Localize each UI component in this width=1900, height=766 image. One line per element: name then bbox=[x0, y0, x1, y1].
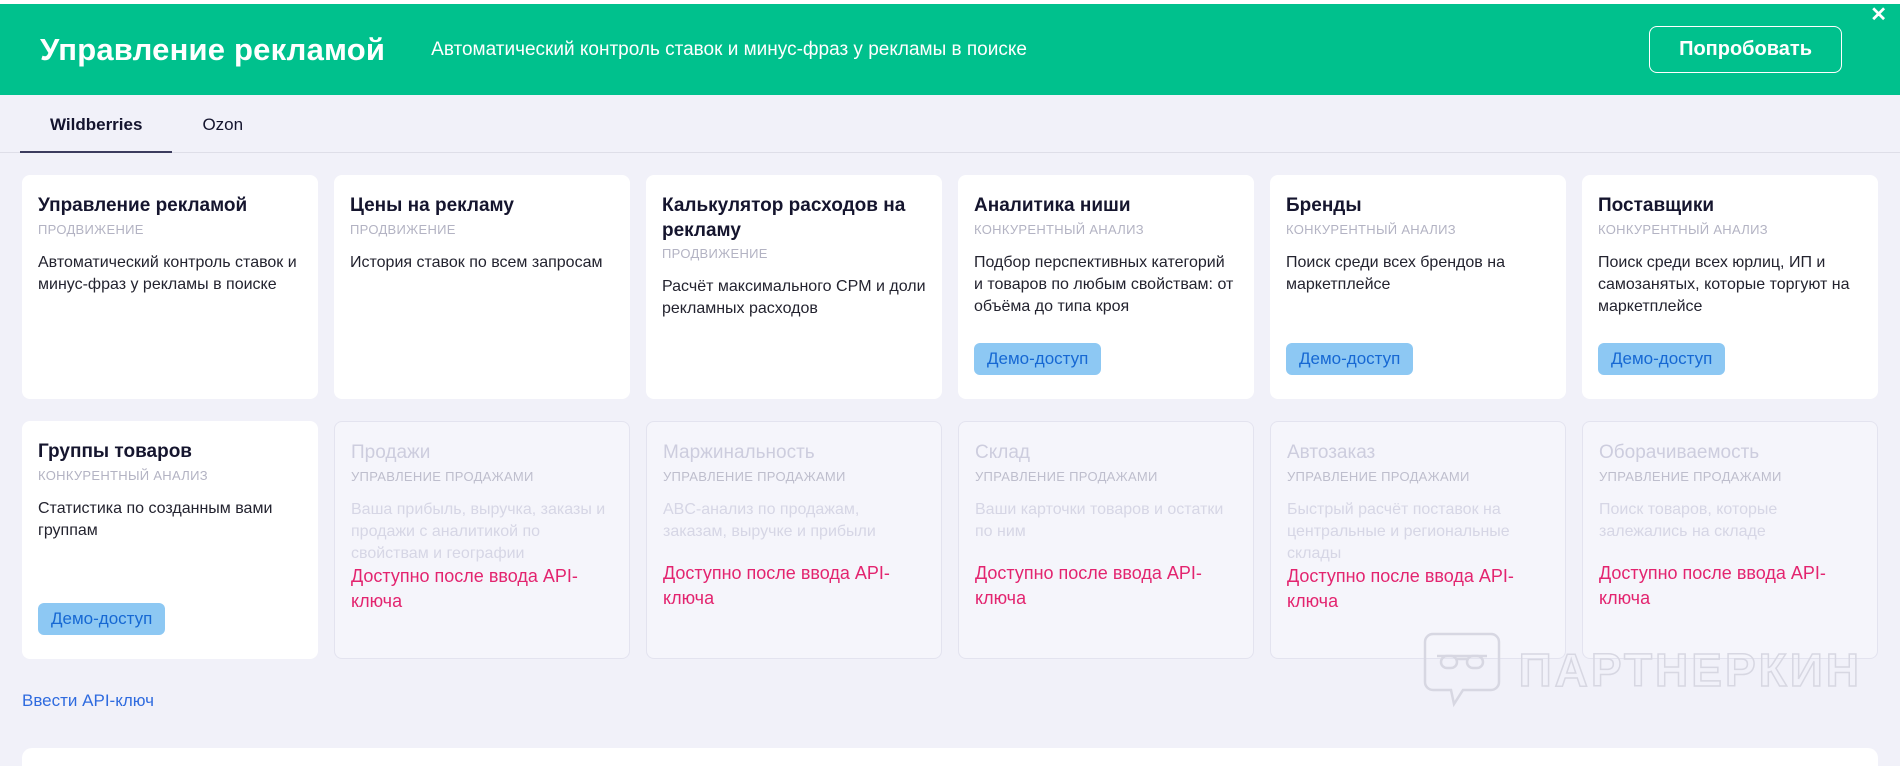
tab-wildberries[interactable]: Wildberries bbox=[20, 97, 173, 153]
feature-card[interactable]: Группы товаров КОНКУРЕНТНЫЙ АНАЛИЗ Статист… bbox=[22, 421, 318, 659]
card-description: Ваша прибыль, выручка, заказы и продажи … bbox=[351, 500, 606, 562]
card-category: ПРОДВИЖЕНИЕ bbox=[662, 246, 768, 262]
feature-card: Продажи УПРАВЛЕНИЕ ПРОДАЖАМИ Ваша прибыль,… bbox=[334, 421, 630, 659]
feature-card[interactable]: Цены на рекламу ПРОДВИЖЕНИЕ История ставок… bbox=[334, 175, 630, 399]
card-category: УПРАВЛЕНИЕ ПРОДАЖАМИ bbox=[1287, 468, 1470, 484]
locked-note: Доступно после ввода API-ключа bbox=[351, 566, 578, 611]
main-content: Управление рекламой ПРОДВИЖЕНИЕ Автоматиче… bbox=[0, 153, 1900, 711]
demo-access-badge[interactable]: Демо-доступ bbox=[1598, 343, 1726, 375]
demo-access-badge[interactable]: Демо-доступ bbox=[1286, 343, 1414, 375]
banner-subtitle: Автоматический контроль ставок и минус-ф… bbox=[431, 38, 1027, 60]
card-category: УПРАВЛЕНИЕ ПРОДАЖАМИ bbox=[351, 468, 534, 484]
locked-note: Доступно после ввода API-ключа bbox=[975, 563, 1202, 608]
card-description: История ставок по всем запросам bbox=[350, 253, 603, 271]
card-category: УПРАВЛЕНИЕ ПРОДАЖАМИ bbox=[1599, 468, 1782, 484]
card-description: Статистика по созданным вами группам bbox=[38, 499, 273, 539]
bottom-section-card bbox=[22, 748, 1878, 766]
close-icon[interactable]: ✕ bbox=[1870, 5, 1887, 25]
card-title: Калькулятор расходов на рекламу bbox=[662, 195, 906, 241]
feature-cards-grid: Управление рекламой ПРОДВИЖЕНИЕ Автоматиче… bbox=[22, 175, 1878, 659]
locked-note: Доступно после ввода API-ключа bbox=[663, 563, 890, 608]
banner-title: Управление рекламой bbox=[40, 31, 386, 67]
feature-card: Склад УПРАВЛЕНИЕ ПРОДАЖАМИ Ваши карточки т… bbox=[958, 421, 1254, 659]
promo-banner: Управление рекламой Автоматический контр… bbox=[0, 4, 1900, 95]
card-title: Управление рекламой bbox=[38, 195, 248, 216]
card-description: ABC-анализ по продажам, заказам, выручке… bbox=[663, 500, 876, 540]
card-title: Бренды bbox=[1286, 195, 1362, 216]
feature-card: Автозаказ УПРАВЛЕНИЕ ПРОДАЖАМИ Быстрый рас… bbox=[1270, 421, 1566, 659]
card-category: КОНКУРЕНТНЫЙ АНАЛИЗ bbox=[38, 467, 208, 483]
card-title: Поставщики bbox=[1598, 195, 1715, 216]
card-description: Расчёт максимального CPM и доли рекламны… bbox=[662, 278, 926, 318]
feature-card[interactable]: Управление рекламой ПРОДВИЖЕНИЕ Автоматиче… bbox=[22, 175, 318, 399]
card-title: Маржинальность bbox=[663, 442, 815, 463]
feature-card: Маржинальность УПРАВЛЕНИЕ ПРОДАЖАМИ ABC-ан… bbox=[646, 421, 942, 659]
card-category: КОНКУРЕНТНЫЙ АНАЛИЗ bbox=[1598, 221, 1768, 237]
marketplace-tabs: Wildberries Ozon bbox=[0, 95, 1900, 153]
try-button[interactable]: Попробовать bbox=[1649, 26, 1842, 73]
demo-access-badge[interactable]: Демо-доступ bbox=[974, 343, 1102, 375]
feature-card[interactable]: Бренды КОНКУРЕНТНЫЙ АНАЛИЗ Поиск среди все… bbox=[1270, 175, 1566, 399]
card-category: ПРОДВИЖЕНИЕ bbox=[38, 221, 144, 237]
card-description: Поиск среди всех брендов на маркетплейсе bbox=[1286, 253, 1505, 293]
card-description: Быстрый расчёт поставок на центральные и… bbox=[1287, 500, 1510, 562]
card-description: Автоматический контроль ставок и минус-ф… bbox=[38, 253, 297, 293]
card-title: Цены на рекламу bbox=[350, 195, 514, 216]
ad-tools-page: Управление рекламой Автоматический контр… bbox=[0, 0, 1900, 766]
locked-note: Доступно после ввода API-ключа bbox=[1599, 563, 1826, 608]
card-category: ПРОДВИЖЕНИЕ bbox=[350, 221, 456, 237]
card-title: Склад bbox=[975, 442, 1030, 463]
feature-card[interactable]: Аналитика ниши КОНКУРЕНТНЫЙ АНАЛИЗ Подбор … bbox=[958, 175, 1254, 399]
card-category: УПРАВЛЕНИЕ ПРОДАЖАМИ bbox=[663, 468, 846, 484]
card-title: Аналитика ниши bbox=[974, 195, 1131, 216]
card-title: Оборачиваемость bbox=[1599, 442, 1760, 463]
demo-access-badge[interactable]: Демо-доступ bbox=[38, 603, 166, 635]
card-title: Продажи bbox=[351, 442, 431, 463]
card-category: УПРАВЛЕНИЕ ПРОДАЖАМИ bbox=[975, 468, 1158, 484]
card-category: КОНКУРЕНТНЫЙ АНАЛИЗ bbox=[974, 221, 1144, 237]
card-title: Группы товаров bbox=[38, 441, 192, 462]
card-description: Ваши карточки товаров и остатки по ним bbox=[975, 500, 1224, 540]
card-description: Поиск товаров, которые залежались на скл… bbox=[1599, 500, 1778, 540]
feature-card[interactable]: Поставщики КОНКУРЕНТНЫЙ АНАЛИЗ Поиск среди… bbox=[1582, 175, 1878, 399]
feature-card[interactable]: Калькулятор расходов на рекламу ПРОДВИЖЕН… bbox=[646, 175, 942, 399]
feature-card: Оборачиваемость УПРАВЛЕНИЕ ПРОДАЖАМИ Поиск… bbox=[1582, 421, 1878, 659]
tab-ozon[interactable]: Ozon bbox=[172, 97, 273, 153]
card-title: Автозаказ bbox=[1287, 442, 1376, 463]
card-category: КОНКУРЕНТНЫЙ АНАЛИЗ bbox=[1286, 221, 1456, 237]
card-description: Поиск среди всех юрлиц, ИП и самозанятых… bbox=[1598, 253, 1850, 315]
locked-note: Доступно после ввода API-ключа bbox=[1287, 566, 1514, 611]
enter-api-key-link[interactable]: Ввести API-ключ bbox=[22, 691, 154, 711]
card-description: Подбор перспективных категорий и товаров… bbox=[974, 253, 1234, 315]
